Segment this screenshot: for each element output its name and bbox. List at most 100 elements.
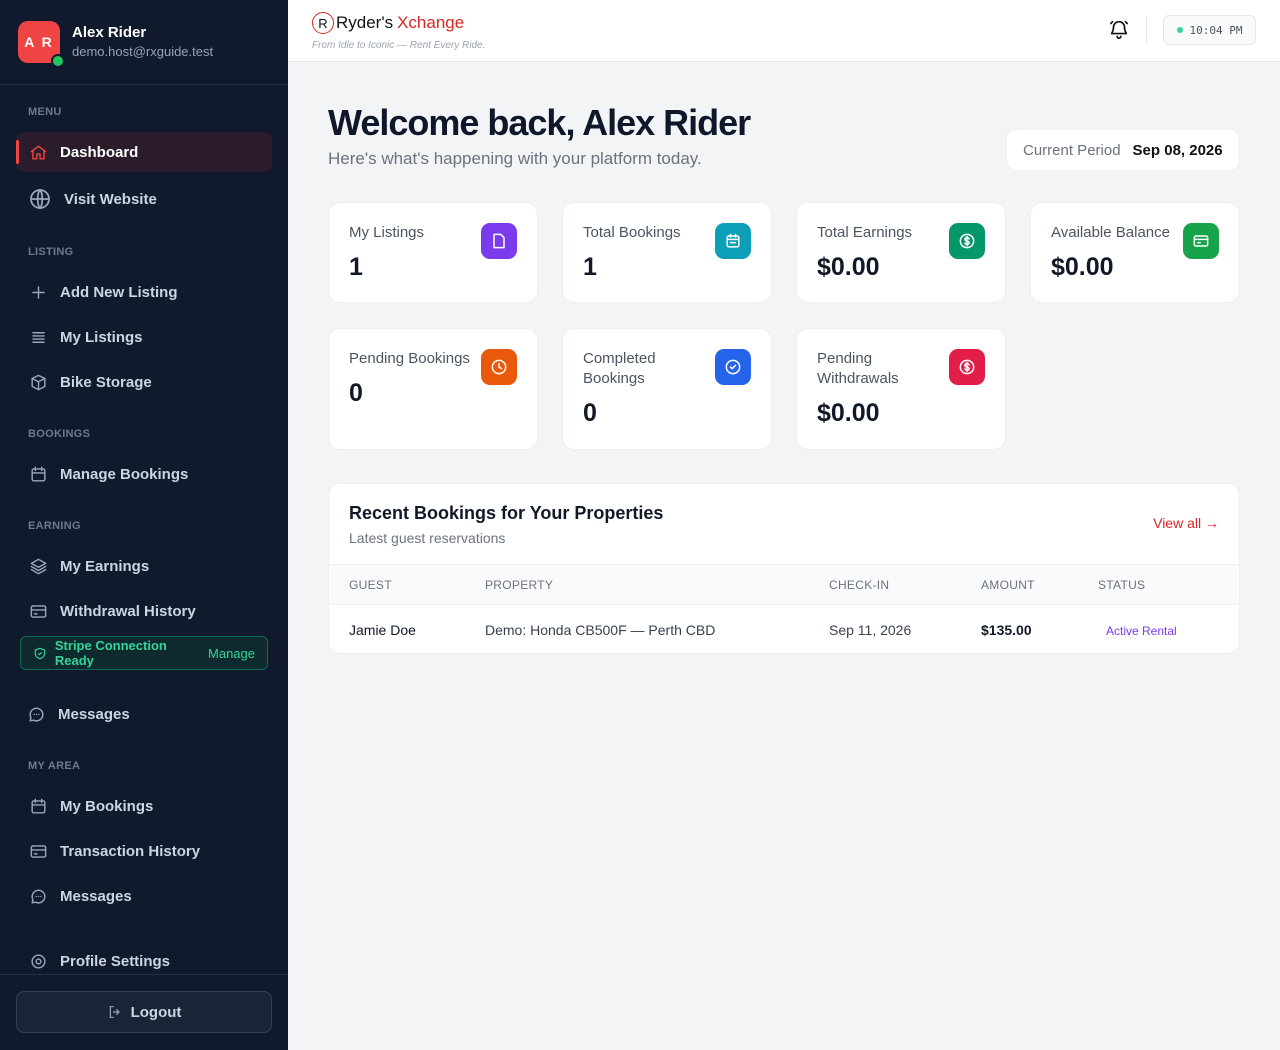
calendar-icon (28, 796, 48, 816)
sidebar-item-manage-bookings[interactable]: Manage Bookings (16, 454, 272, 494)
recent-bookings-subtitle: Latest guest reservations (349, 530, 506, 546)
stat-card-my-listings[interactable]: My Listings 1 (328, 202, 538, 303)
notifications-bell-icon[interactable] (1108, 18, 1132, 42)
stat-label: Total Bookings (583, 224, 681, 241)
section-label-earning: EARNING (28, 520, 81, 532)
avatar-initials: A R (24, 34, 54, 50)
stat-label: Available Balance (1051, 224, 1170, 241)
check-circle-icon (715, 349, 751, 385)
stat-label: Pending Bookings (349, 350, 470, 367)
sidebar-item-label: My Bookings (60, 797, 154, 815)
column-header-check-in: CHECK-IN (829, 578, 890, 592)
status-badge: Active Rental (1106, 624, 1177, 638)
chat-icon (28, 886, 48, 906)
sidebar-item-label: Messages (58, 705, 130, 723)
sidebar-item-label: Transaction History (60, 842, 201, 860)
calendar-icon (715, 223, 751, 259)
section-label-menu: MENU (28, 106, 62, 118)
top-bar: R Ryder's Xchange From Idle to Iconic — … (288, 0, 1280, 62)
clock-badge: 10:04 PM (1163, 15, 1256, 45)
period-value: Sep 08, 2026 (1132, 141, 1223, 159)
sidebar-item-label: My Listings (60, 328, 143, 346)
section-label-my-area: MY AREA (28, 760, 81, 772)
dollar-icon (949, 223, 985, 259)
section-label-bookings: BOOKINGS (28, 428, 91, 440)
sidebar-item-messages[interactable]: Messages (16, 876, 272, 916)
box-icon (28, 372, 48, 392)
logout-icon (109, 1006, 120, 1018)
sidebar-item-transaction-history[interactable]: Transaction History (16, 831, 272, 871)
sidebar-item-label: Profile Settings (60, 952, 171, 970)
cell-check-in: Sep 11, 2026 (829, 622, 912, 638)
recent-bookings-title: Recent Bookings for Your Properties (349, 503, 664, 523)
stat-value: $0.00 (1051, 253, 1114, 281)
plus-icon (28, 282, 48, 302)
sidebar-item-dashboard[interactable]: Dashboard (16, 132, 272, 172)
cell-property: Demo: Honda CB500F — Perth CBD (485, 622, 716, 638)
clock-status-dot (1176, 27, 1183, 33)
stat-label: Total Earnings (817, 224, 913, 241)
sidebar-item-withdrawal-history[interactable]: Withdrawal History (16, 591, 272, 631)
column-header-status: STATUS (1098, 578, 1146, 592)
sidebar-item-my-listings[interactable]: My Listings (16, 317, 272, 357)
online-status-dot (51, 54, 65, 68)
sidebar-item-label: Dashboard (60, 143, 139, 161)
stat-value: 1 (349, 253, 363, 281)
sidebar-item-visit-website[interactable]: Visit Website (16, 179, 272, 219)
shield-check-icon (34, 647, 46, 659)
stat-card-total-bookings[interactable]: Total Bookings 1 (562, 202, 772, 303)
sidebar-item-label: Withdrawal History (60, 602, 196, 620)
stripe-manage-link[interactable]: Manage (208, 646, 255, 661)
settings-icon (28, 951, 48, 971)
stat-label: Completed Bookings (583, 350, 656, 387)
brand-mark: R (312, 12, 334, 34)
logout-label: Logout (130, 1003, 182, 1021)
layers-icon (28, 556, 48, 576)
wallet-icon (28, 601, 48, 621)
chat-icon (26, 704, 46, 724)
stat-label: Pending Withdrawals (817, 350, 899, 387)
user-email: demo.host@rxguide.test (72, 44, 214, 59)
page-title: Welcome back, Alex Rider (328, 102, 751, 143)
sidebar-item-add-new-listing[interactable]: Add New Listing (16, 272, 272, 312)
sidebar: A R Alex Rider demo.host@rxguide.test ME… (0, 0, 288, 1050)
user-profile[interactable]: A R Alex Rider demo.host@rxguide.test (0, 0, 288, 85)
page-subtitle: Here's what's happening with your platfo… (328, 149, 702, 168)
brand-accent: Xchange (397, 13, 465, 32)
stat-card-completed-bookings[interactable]: Completed Bookings 0 (562, 328, 772, 450)
sidebar-item-label: Bike Storage (60, 373, 152, 391)
column-header-property: PROPERTY (485, 578, 554, 592)
stat-value: $0.00 (817, 253, 880, 281)
sidebar-item-messages-host[interactable]: Messages (14, 694, 270, 734)
dollar-icon (949, 349, 985, 385)
globe-icon (28, 187, 52, 211)
credit-card-icon (28, 841, 48, 861)
stat-card-total-earnings[interactable]: Total Earnings $0.00 (796, 202, 1006, 303)
brand-logo[interactable]: R Ryder's Xchange (312, 12, 464, 34)
calendar-icon (28, 464, 48, 484)
logout-button[interactable]: Logout (16, 991, 272, 1033)
table-row[interactable]: Jamie Doe Demo: Honda CB500F — Perth CBD… (329, 605, 1239, 653)
stat-value: 1 (583, 253, 597, 281)
stat-label: My Listings (349, 224, 425, 241)
view-all-link[interactable]: View all → (1153, 515, 1219, 531)
avatar: A R (18, 21, 65, 68)
document-icon (481, 223, 517, 259)
stat-value: 0 (583, 399, 597, 427)
cell-guest: Jamie Doe (349, 622, 416, 638)
stat-card-available-balance[interactable]: Available Balance $0.00 (1030, 202, 1240, 303)
sidebar-item-bike-storage[interactable]: Bike Storage (16, 362, 272, 402)
credit-card-icon (1183, 223, 1219, 259)
clock-time: 10:04 PM (1189, 23, 1243, 37)
stat-value: 0 (349, 379, 363, 407)
sidebar-item-my-bookings[interactable]: My Bookings (16, 786, 272, 826)
stat-card-pending-withdrawals[interactable]: Pending Withdrawals $0.00 (796, 328, 1006, 450)
period-label: Current Period (1023, 141, 1121, 159)
sidebar-item-label: Manage Bookings (60, 465, 189, 483)
brand-tagline: From Idle to Iconic — Rent Every Ride. (312, 40, 486, 51)
column-header-amount: AMOUNT (981, 578, 1035, 592)
sidebar-item-my-earnings[interactable]: My Earnings (16, 546, 272, 586)
stat-card-pending-bookings[interactable]: Pending Bookings 0 (328, 328, 538, 450)
current-period-badge: Current Period Sep 08, 2026 (1006, 129, 1240, 171)
clock-icon (481, 349, 517, 385)
